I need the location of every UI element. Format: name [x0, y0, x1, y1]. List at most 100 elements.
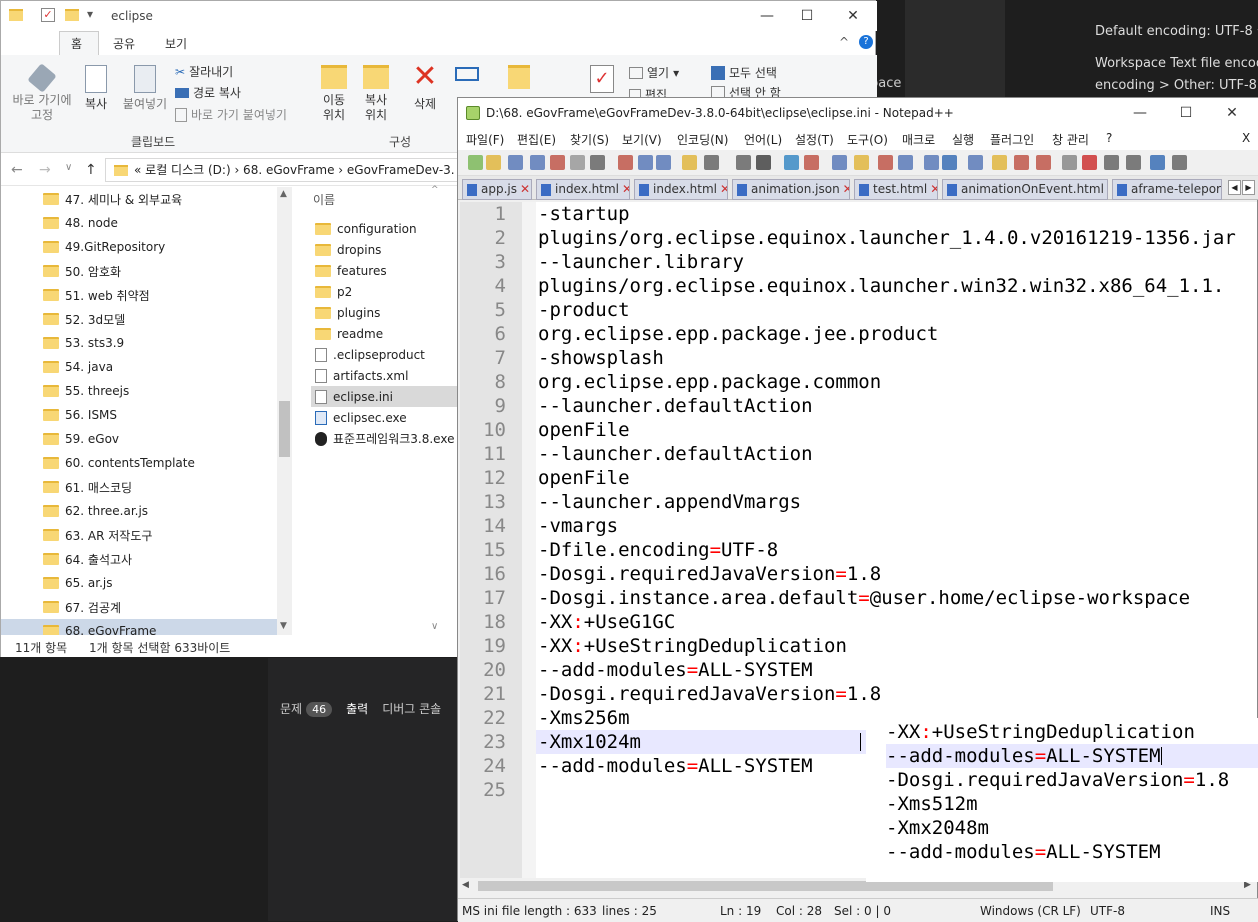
- delete-button[interactable]: ✕ 삭제: [405, 62, 445, 112]
- tree-item[interactable]: 55. threejs: [43, 379, 129, 403]
- file-tab[interactable]: animationOnEvent.html✕: [942, 179, 1108, 200]
- more-icon[interactable]: [1172, 155, 1187, 170]
- menu-item[interactable]: ?: [1106, 131, 1112, 145]
- tree-item[interactable]: 51. web 취약점: [43, 283, 150, 307]
- tab-debug-console[interactable]: 디버그 콘솔: [382, 700, 441, 717]
- tab-close-icon[interactable]: ✕: [520, 182, 530, 196]
- tab-problems[interactable]: 문제 46: [280, 700, 333, 717]
- tree-item[interactable]: 48. node: [43, 211, 118, 235]
- save-macro-icon[interactable]: [1150, 155, 1165, 170]
- up-arrow-icon[interactable]: ↑: [85, 162, 97, 178]
- menu-item[interactable]: X: [1242, 131, 1250, 145]
- cut-icon[interactable]: [618, 155, 633, 170]
- zoom-in-icon[interactable]: [784, 155, 799, 170]
- name-column-header[interactable]: 이름: [313, 191, 335, 208]
- file-item[interactable]: eclipse.ini: [311, 386, 457, 407]
- function-list-icon[interactable]: [992, 155, 1007, 170]
- stop-icon[interactable]: [1082, 155, 1097, 170]
- menu-item[interactable]: 편집(E): [517, 131, 556, 148]
- menu-item[interactable]: 찾기(S): [570, 131, 609, 148]
- tree-item[interactable]: 56. ISMS: [43, 403, 117, 427]
- tree-item[interactable]: 64. 출석고사: [43, 547, 132, 571]
- run-multiple-icon[interactable]: [1126, 155, 1141, 170]
- file-item[interactable]: configuration: [311, 218, 457, 239]
- find-icon[interactable]: [736, 155, 751, 170]
- open-button[interactable]: 열기 ▾: [629, 64, 679, 81]
- tree-item[interactable]: 61. 매스코딩: [43, 475, 132, 499]
- tree-item[interactable]: 49.GitRepository: [43, 235, 165, 259]
- file-item[interactable]: readme: [311, 323, 457, 344]
- close-button[interactable]: ✕: [1212, 100, 1252, 126]
- scroll-down-icon[interactable]: ▼: [280, 621, 287, 631]
- menu-item[interactable]: 매크로: [902, 131, 935, 148]
- udl-icon[interactable]: [942, 155, 957, 170]
- file-tab[interactable]: index.html✕: [634, 179, 728, 200]
- minimize-button[interactable]: —: [747, 3, 787, 29]
- menu-item[interactable]: 언어(L): [744, 131, 782, 148]
- file-item[interactable]: dropins: [311, 239, 457, 260]
- file-item[interactable]: eclipsec.exe: [311, 407, 457, 428]
- wrap-icon[interactable]: [878, 155, 893, 170]
- copy-button[interactable]: 복사: [79, 65, 113, 112]
- tree-item[interactable]: 53. sts3.9: [43, 331, 124, 355]
- copy-icon[interactable]: [638, 155, 653, 170]
- tree-scroll-thumb[interactable]: [279, 401, 290, 457]
- menu-item[interactable]: 파일(F): [466, 131, 504, 148]
- save-icon[interactable]: [508, 155, 523, 170]
- menu-item[interactable]: 설정(T): [795, 131, 834, 148]
- horizontal-scroll-thumb[interactable]: [478, 881, 1053, 891]
- monitor-icon[interactable]: [1036, 155, 1051, 170]
- open-file-icon[interactable]: [486, 155, 501, 170]
- paste-icon[interactable]: [656, 155, 671, 170]
- file-tab[interactable]: app.js ✕: [462, 179, 532, 200]
- maximize-button[interactable]: ☐: [787, 3, 827, 29]
- move-to-button[interactable]: 이동 위치: [313, 65, 355, 123]
- tree-item[interactable]: 63. AR 저작도구: [43, 523, 152, 547]
- address-box[interactable]: « 로컬 디스크 (D:) › 68. eGovFrame › eGovFram…: [105, 158, 465, 182]
- new-file-icon[interactable]: [468, 155, 483, 170]
- file-item[interactable]: artifacts.xml: [311, 365, 457, 386]
- file-item[interactable]: .eclipseproduct: [311, 344, 457, 365]
- tree-item[interactable]: 54. java: [43, 355, 113, 379]
- file-tab[interactable]: test.html✕: [854, 179, 938, 200]
- tab-close-icon[interactable]: ✕: [720, 182, 727, 196]
- tab-scroll-right-icon[interactable]: ▶: [1242, 180, 1255, 195]
- play-icon[interactable]: [1104, 155, 1119, 170]
- tree-item[interactable]: 59. eGov: [43, 427, 119, 451]
- menu-item[interactable]: 보기(V): [622, 131, 662, 148]
- file-tab[interactable]: animation.json✕: [732, 179, 850, 200]
- tree-item[interactable]: 68. eGovFrame: [1, 619, 277, 635]
- menu-item[interactable]: 실행: [952, 131, 974, 148]
- tree-item[interactable]: 67. 검공계: [43, 595, 121, 619]
- zoom-out-icon[interactable]: [804, 155, 819, 170]
- indent-guide-icon[interactable]: [924, 155, 939, 170]
- sync-v-icon[interactable]: [832, 155, 847, 170]
- pin-quick-access-button[interactable]: 바로 가기에 고정: [7, 63, 77, 123]
- file-item[interactable]: features: [311, 260, 457, 281]
- collapse-ribbon-icon[interactable]: ^: [839, 35, 849, 49]
- properties-icon[interactable]: ✓: [41, 8, 55, 22]
- cut-button[interactable]: ✂ 잘라내기: [175, 63, 233, 80]
- status-encoding[interactable]: UTF-8: [1090, 904, 1125, 918]
- file-item[interactable]: p2: [311, 281, 457, 302]
- properties-button[interactable]: ✓: [587, 65, 617, 97]
- record-icon[interactable]: [1062, 155, 1077, 170]
- close-button[interactable]: ✕: [833, 3, 873, 29]
- tab-view[interactable]: 보기: [165, 35, 187, 52]
- file-item[interactable]: 표준프레임워크3.8.exe: [311, 428, 457, 449]
- redo-icon[interactable]: [704, 155, 719, 170]
- save-all-icon[interactable]: [530, 155, 545, 170]
- print-icon[interactable]: [590, 155, 605, 170]
- help-icon[interactable]: ?: [859, 35, 873, 49]
- tab-close-icon[interactable]: ✕: [1107, 182, 1108, 196]
- status-eol[interactable]: Windows (CR LF): [980, 904, 1081, 918]
- menu-item[interactable]: 인코딩(N): [677, 131, 728, 148]
- file-tab[interactable]: aframe-teleport: [1112, 179, 1222, 200]
- close-all-icon[interactable]: [570, 155, 585, 170]
- scroll-left-icon[interactable]: ◀: [462, 880, 469, 890]
- tab-share[interactable]: 공유: [113, 35, 135, 52]
- tab-output[interactable]: 출력: [346, 700, 368, 717]
- tree-item[interactable]: 60. contentsTemplate: [43, 451, 195, 475]
- maximize-button[interactable]: ☐: [1166, 100, 1206, 126]
- new-folder-icon[interactable]: [65, 9, 79, 21]
